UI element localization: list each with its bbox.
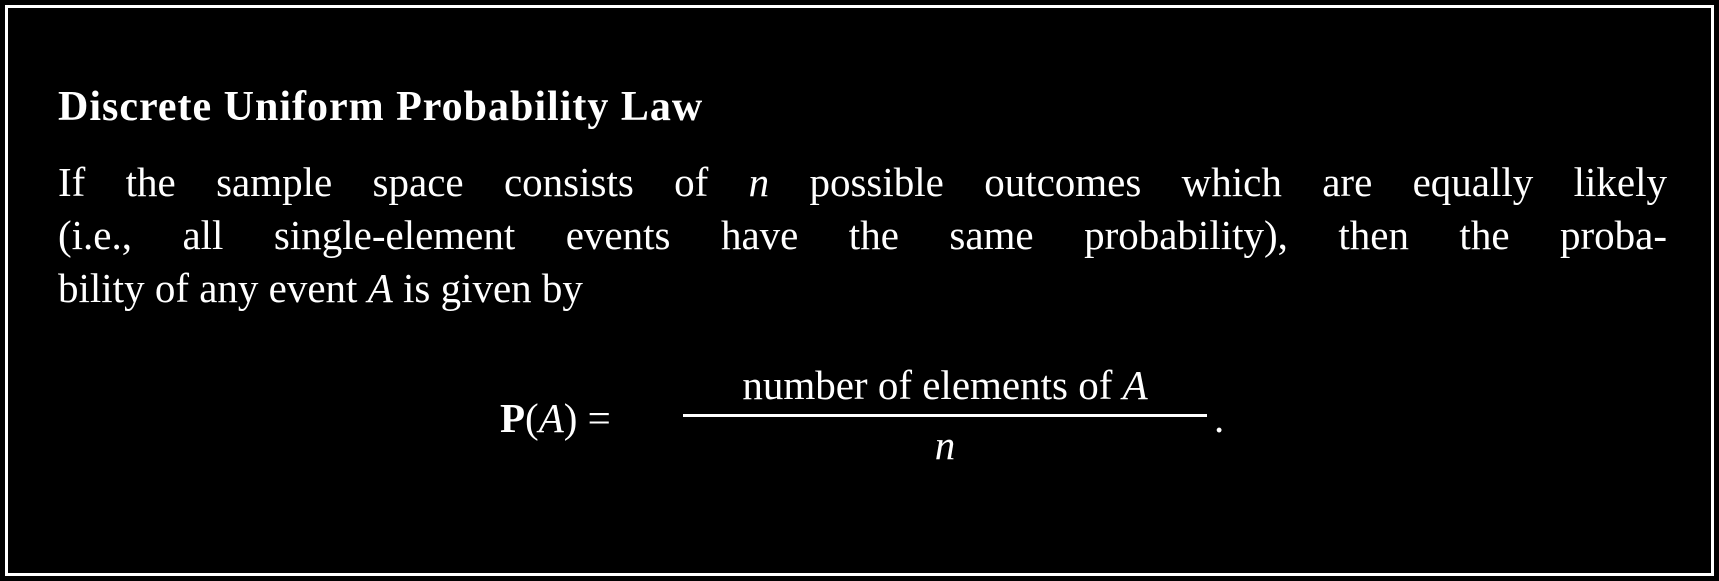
open-paren: (: [525, 395, 539, 441]
variable-a: A: [367, 265, 393, 311]
equals-sign: =: [577, 395, 622, 441]
formula-period: .: [1214, 395, 1225, 441]
numerator-text: number of elements of: [742, 362, 1123, 408]
fraction-numerator: number of elements of A: [683, 360, 1207, 410]
definition-title: Discrete Uniform Probability Law: [58, 84, 704, 130]
fraction-bar: [683, 414, 1207, 417]
paragraph-line-2: (i.e., all single-element events have th…: [58, 212, 1667, 258]
line3-text-a: bility of any event: [58, 265, 368, 311]
variable-n: n: [748, 159, 770, 205]
numerator-variable-a: A: [1122, 362, 1148, 408]
line1-text-a: If the sample space consists of: [58, 159, 749, 205]
fraction-denominator: n: [934, 422, 956, 468]
definition-paragraph: If the sample space consists of n possib…: [58, 156, 1667, 315]
fraction: number of elements of A n: [683, 360, 1207, 468]
paragraph-line-1: If the sample space consists of n possib…: [58, 156, 1667, 209]
definition-box: Discrete Uniform Probability Law If the …: [5, 5, 1714, 576]
probability-symbol: P: [500, 395, 526, 441]
paragraph-line-3: bility of any event A is given by: [58, 262, 1667, 315]
line3-text-b: is given by: [392, 265, 583, 311]
formula-lhs: P(A) =: [500, 394, 621, 442]
line1-text-b: possible outcomes which are equally like…: [769, 159, 1667, 205]
lhs-variable-a: A: [538, 395, 564, 441]
close-paren: ): [563, 395, 578, 441]
